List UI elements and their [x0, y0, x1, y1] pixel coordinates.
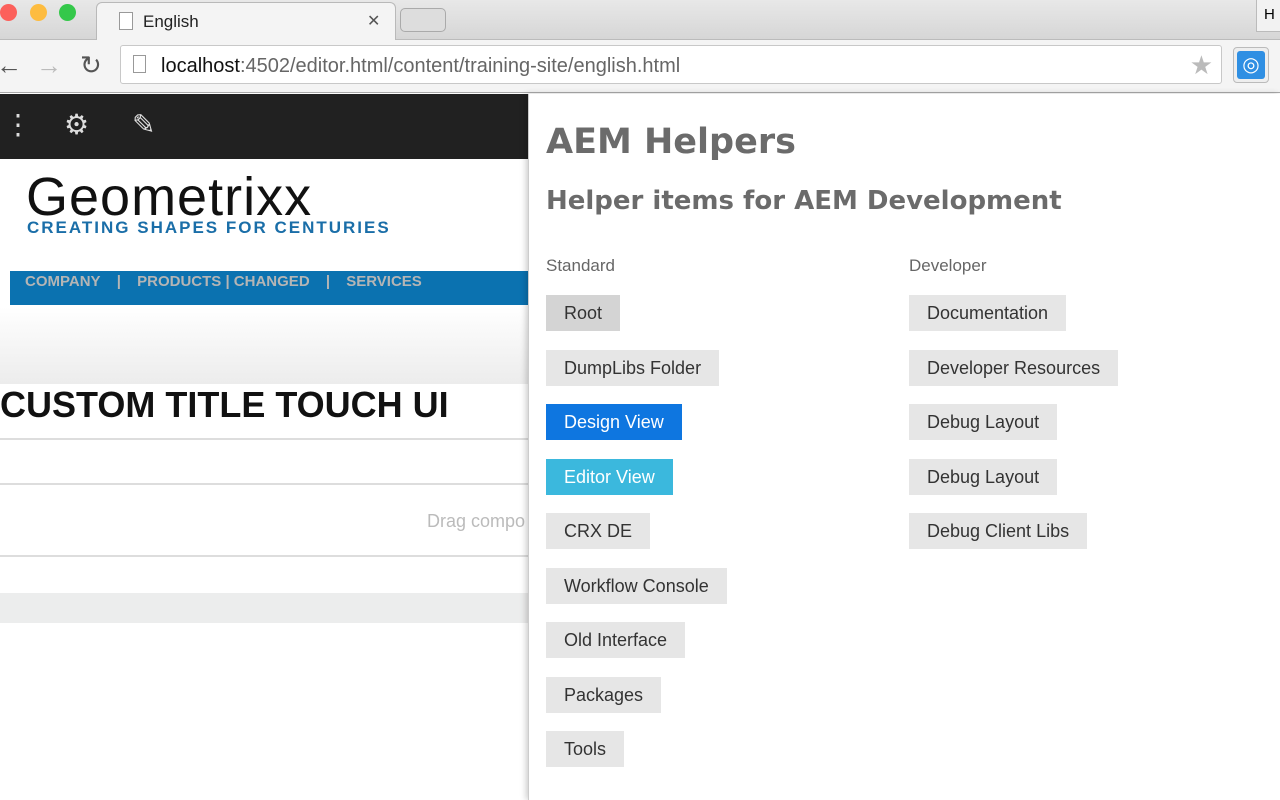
- site-slogan: CREATING SHAPES FOR CENTURIES: [27, 218, 391, 237]
- standard-label: Standard: [546, 256, 615, 275]
- dumplibs-folder-button[interactable]: DumpLibs Folder: [546, 349, 720, 386]
- page-icon: [133, 55, 146, 73]
- more-vertical-icon[interactable]: ⋮: [4, 108, 32, 141]
- tab-strip: English ✕ H: [0, 0, 1280, 40]
- developer-resources-button[interactable]: Developer Resources: [909, 349, 1119, 386]
- debug-layout-button[interactable]: Debug Layout: [909, 404, 1058, 440]
- close-tab-icon[interactable]: ✕: [367, 11, 380, 31]
- new-tab-button[interactable]: [400, 8, 446, 32]
- extension-icon: ◎: [1237, 51, 1265, 79]
- tab-title: English: [143, 12, 199, 31]
- root-button[interactable]: Root: [546, 295, 621, 331]
- old-interface-button[interactable]: Old Interface: [546, 622, 686, 658]
- developer-column: Developer Documentation Developer Resour…: [909, 256, 1119, 568]
- popup-title: AEM Helpers: [546, 122, 796, 162]
- documentation-button[interactable]: Documentation: [909, 295, 1067, 331]
- nav-company[interactable]: COMPANY: [25, 273, 101, 290]
- divider: [0, 438, 530, 440]
- tools-button[interactable]: Tools: [546, 731, 625, 767]
- forward-arrow-icon[interactable]: →: [36, 50, 62, 81]
- drag-components-hint: Drag compo: [427, 511, 526, 531]
- popup-subtitle: Helper items for AEM Development: [546, 186, 1062, 216]
- url-path: :4502/editor.html/content/training-site/…: [239, 55, 681, 77]
- editor-view-button[interactable]: Editor View: [546, 458, 673, 495]
- url-host: localhost: [161, 55, 240, 77]
- page-heading: CUSTOM TITLE TOUCH UI: [0, 384, 449, 425]
- tab-english[interactable]: English ✕: [96, 2, 396, 40]
- close-window-button[interactable]: [0, 4, 17, 21]
- nav-separator: |: [116, 273, 121, 290]
- back-arrow-icon[interactable]: ←: [0, 50, 22, 81]
- nav-separator: |: [325, 273, 331, 290]
- design-view-button[interactable]: Design View: [546, 404, 682, 440]
- packages-button[interactable]: Packages: [546, 676, 662, 713]
- address-bar[interactable]: localhost:4502/editor.html/content/train…: [120, 45, 1222, 84]
- browser-toolbar: ← → ↻ localhost:4502/editor.html/content…: [0, 40, 1280, 93]
- divider: [0, 483, 530, 485]
- standard-column: Standard Root DumpLibs Folder Design Vie…: [546, 256, 727, 786]
- profile-button[interactable]: H: [1256, 0, 1280, 32]
- banner-area: [0, 307, 530, 384]
- debug-layout-button-2[interactable]: Debug Layout: [909, 458, 1058, 495]
- crx-de-button[interactable]: CRX DE: [546, 513, 651, 549]
- bookmark-star-icon[interactable]: ★: [1190, 50, 1213, 81]
- maximize-window-button[interactable]: [59, 4, 76, 21]
- debug-client-libs-button[interactable]: Debug Client Libs: [909, 513, 1088, 549]
- gear-icon[interactable]: ⚙: [64, 108, 89, 141]
- workflow-console-button[interactable]: Workflow Console: [546, 567, 727, 604]
- developer-label: Developer: [909, 256, 987, 275]
- pencil-icon[interactable]: ✎: [132, 108, 155, 141]
- nav-products[interactable]: PRODUCTS | CHANGED: [137, 273, 310, 290]
- site-nav: COMPANY | PRODUCTS | CHANGED | SERVICES: [10, 271, 530, 305]
- page-icon: [119, 12, 133, 30]
- divider: [0, 555, 530, 557]
- nav-services[interactable]: SERVICES: [346, 273, 422, 290]
- aem-helpers-popup: AEM Helpers Helper items for AEM Develop…: [528, 94, 1280, 800]
- footer-area: [0, 593, 530, 623]
- aem-helpers-extension-button[interactable]: ◎: [1233, 47, 1269, 83]
- minimize-window-button[interactable]: [30, 4, 47, 21]
- reload-icon[interactable]: ↻: [80, 50, 102, 81]
